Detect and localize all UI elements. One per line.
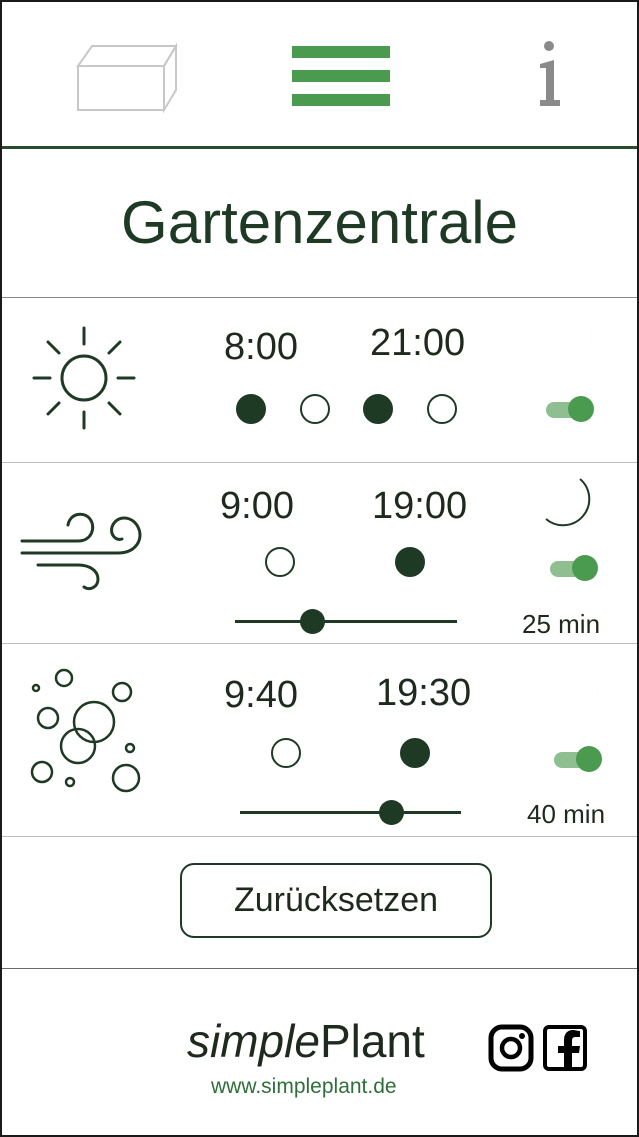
period-dot[interactable] [300, 394, 330, 424]
moon-outline-icon[interactable] [542, 475, 602, 531]
start-time[interactable]: 9:00 [220, 485, 294, 528]
period-dot[interactable] [400, 738, 430, 768]
instagram-icon [488, 1024, 534, 1072]
moon-filled-icon[interactable] [548, 666, 608, 722]
facebook-button[interactable] [542, 1024, 588, 1072]
start-time[interactable]: 9:40 [224, 674, 298, 717]
bubbles-icon [30, 668, 141, 793]
night-mode-toggle[interactable] [554, 744, 604, 774]
nav-info-button[interactable] [527, 32, 577, 122]
end-time[interactable]: 19:30 [376, 672, 471, 715]
duration-slider[interactable] [240, 797, 461, 827]
wind-icon [20, 512, 142, 591]
website-link[interactable]: www.simpleplant.de [211, 1075, 397, 1099]
start-time[interactable]: 8:00 [224, 326, 298, 369]
period-dot[interactable] [271, 738, 301, 768]
period-dot[interactable] [395, 547, 425, 577]
period-dot[interactable] [427, 394, 457, 424]
toggle-knob [576, 746, 602, 772]
instagram-button[interactable] [488, 1024, 534, 1072]
sun-icon [32, 326, 136, 430]
top-navigation [2, 2, 637, 149]
brand-italic: simple [187, 1015, 320, 1067]
slider-track [235, 620, 457, 623]
slider-thumb[interactable] [379, 800, 405, 825]
duration-slider[interactable] [235, 606, 457, 636]
schedule-row-ventilation: 9:00 19:00 25 min [2, 463, 637, 644]
info-icon [540, 41, 560, 106]
duration-label: 40 min [527, 799, 606, 829]
duration-label: 25 min [522, 609, 601, 639]
toggle-knob [572, 555, 598, 581]
toggle-knob [568, 396, 594, 422]
menu-icon [292, 46, 390, 106]
end-time[interactable]: 19:00 [372, 485, 467, 528]
page-title: Gartenzentrale [2, 149, 637, 298]
reset-section: Zurücksetzen [2, 838, 637, 969]
app-frame: Gartenzentrale 8:00 21:00 9:00 19:00 25 … [0, 0, 639, 1137]
period-dot[interactable] [265, 547, 295, 577]
reset-button[interactable]: Zurücksetzen [180, 863, 492, 938]
slider-thumb[interactable] [300, 609, 325, 634]
nav-menu-button[interactable] [290, 32, 394, 122]
slider-track [240, 811, 461, 814]
facebook-icon [543, 1025, 587, 1071]
moon-filled-icon[interactable] [542, 312, 602, 368]
schedule-row-light: 8:00 21:00 [2, 298, 637, 463]
schedule-row-water: 9:40 19:30 40 min [2, 644, 637, 837]
brand-regular: Plant [319, 1015, 425, 1067]
night-mode-toggle[interactable] [546, 394, 596, 424]
period-dot[interactable] [363, 394, 393, 424]
brand-logo: simplePlant [187, 1014, 425, 1068]
night-mode-toggle[interactable] [550, 553, 600, 583]
period-dot[interactable] [236, 394, 266, 424]
end-time[interactable]: 21:00 [370, 322, 465, 365]
nav-box-button[interactable] [72, 32, 182, 122]
box-icon [76, 42, 178, 114]
